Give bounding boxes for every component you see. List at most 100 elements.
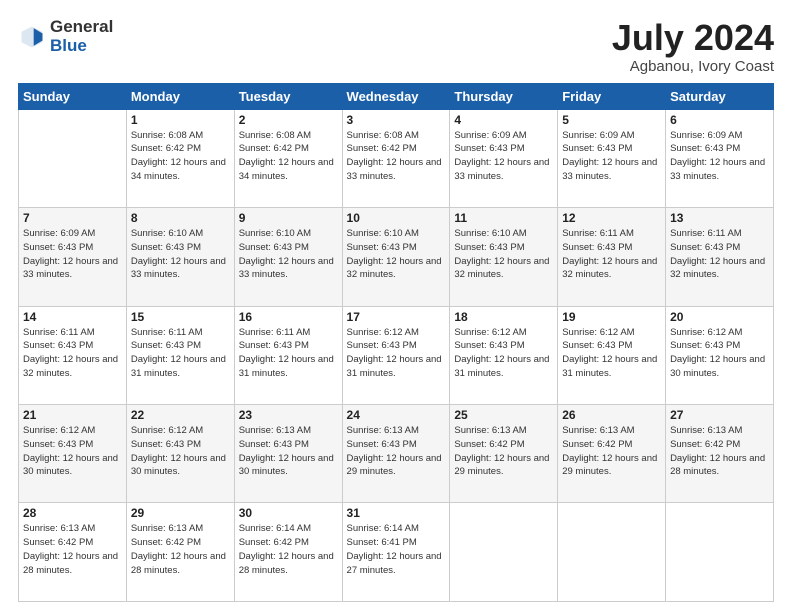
day-info: Sunrise: 6:12 AMSunset: 6:43 PMDaylight:… <box>454 326 553 381</box>
day-number: 9 <box>239 211 338 225</box>
day-number: 20 <box>670 310 769 324</box>
day-number: 23 <box>239 408 338 422</box>
calendar-week-row: 21 Sunrise: 6:12 AMSunset: 6:43 PMDaylig… <box>19 405 774 503</box>
day-number: 2 <box>239 113 338 127</box>
day-info: Sunrise: 6:11 AMSunset: 6:43 PMDaylight:… <box>239 326 338 381</box>
calendar-cell: 26 Sunrise: 6:13 AMSunset: 6:42 PMDaylig… <box>558 405 666 503</box>
day-info: Sunrise: 6:12 AMSunset: 6:43 PMDaylight:… <box>347 326 446 381</box>
calendar-cell: 25 Sunrise: 6:13 AMSunset: 6:42 PMDaylig… <box>450 405 558 503</box>
day-info: Sunrise: 6:09 AMSunset: 6:43 PMDaylight:… <box>562 129 661 184</box>
calendar-cell: 27 Sunrise: 6:13 AMSunset: 6:42 PMDaylig… <box>666 405 774 503</box>
day-number: 7 <box>23 211 122 225</box>
calendar-cell: 6 Sunrise: 6:09 AMSunset: 6:43 PMDayligh… <box>666 109 774 207</box>
calendar-week-row: 28 Sunrise: 6:13 AMSunset: 6:42 PMDaylig… <box>19 503 774 602</box>
day-number: 17 <box>347 310 446 324</box>
day-info: Sunrise: 6:10 AMSunset: 6:43 PMDaylight:… <box>347 227 446 282</box>
day-info: Sunrise: 6:10 AMSunset: 6:43 PMDaylight:… <box>239 227 338 282</box>
day-info: Sunrise: 6:12 AMSunset: 6:43 PMDaylight:… <box>23 424 122 479</box>
calendar-cell <box>666 503 774 602</box>
location: Agbanou, Ivory Coast <box>612 58 774 75</box>
calendar-cell: 10 Sunrise: 6:10 AMSunset: 6:43 PMDaylig… <box>342 208 450 306</box>
calendar-cell: 3 Sunrise: 6:08 AMSunset: 6:42 PMDayligh… <box>342 109 450 207</box>
calendar-cell <box>558 503 666 602</box>
day-number: 13 <box>670 211 769 225</box>
calendar-week-row: 1 Sunrise: 6:08 AMSunset: 6:42 PMDayligh… <box>19 109 774 207</box>
calendar-cell: 4 Sunrise: 6:09 AMSunset: 6:43 PMDayligh… <box>450 109 558 207</box>
day-info: Sunrise: 6:12 AMSunset: 6:43 PMDaylight:… <box>670 326 769 381</box>
logo: General Blue <box>18 18 113 55</box>
calendar-table: Sunday Monday Tuesday Wednesday Thursday… <box>18 83 774 602</box>
day-number: 6 <box>670 113 769 127</box>
day-number: 26 <box>562 408 661 422</box>
calendar-cell: 15 Sunrise: 6:11 AMSunset: 6:43 PMDaylig… <box>126 306 234 404</box>
day-number: 15 <box>131 310 230 324</box>
logo-general-text: General <box>50 18 113 37</box>
col-thursday: Thursday <box>450 83 558 109</box>
calendar-week-row: 7 Sunrise: 6:09 AMSunset: 6:43 PMDayligh… <box>19 208 774 306</box>
calendar-cell: 2 Sunrise: 6:08 AMSunset: 6:42 PMDayligh… <box>234 109 342 207</box>
header: General Blue July 2024 Agbanou, Ivory Co… <box>18 18 774 75</box>
calendar-cell: 31 Sunrise: 6:14 AMSunset: 6:41 PMDaylig… <box>342 503 450 602</box>
day-info: Sunrise: 6:10 AMSunset: 6:43 PMDaylight:… <box>131 227 230 282</box>
day-number: 14 <box>23 310 122 324</box>
day-info: Sunrise: 6:13 AMSunset: 6:42 PMDaylight:… <box>562 424 661 479</box>
day-info: Sunrise: 6:11 AMSunset: 6:43 PMDaylight:… <box>23 326 122 381</box>
day-number: 12 <box>562 211 661 225</box>
day-info: Sunrise: 6:14 AMSunset: 6:42 PMDaylight:… <box>239 522 338 577</box>
header-right: July 2024 Agbanou, Ivory Coast <box>612 18 774 75</box>
calendar-cell: 5 Sunrise: 6:09 AMSunset: 6:43 PMDayligh… <box>558 109 666 207</box>
calendar-cell: 21 Sunrise: 6:12 AMSunset: 6:43 PMDaylig… <box>19 405 127 503</box>
day-info: Sunrise: 6:13 AMSunset: 6:43 PMDaylight:… <box>239 424 338 479</box>
col-friday: Friday <box>558 83 666 109</box>
calendar-cell <box>19 109 127 207</box>
calendar-cell: 18 Sunrise: 6:12 AMSunset: 6:43 PMDaylig… <box>450 306 558 404</box>
day-number: 21 <box>23 408 122 422</box>
logo-icon <box>18 23 46 51</box>
calendar-cell: 1 Sunrise: 6:08 AMSunset: 6:42 PMDayligh… <box>126 109 234 207</box>
logo-text: General Blue <box>50 18 113 55</box>
day-number: 25 <box>454 408 553 422</box>
calendar-cell: 11 Sunrise: 6:10 AMSunset: 6:43 PMDaylig… <box>450 208 558 306</box>
day-number: 5 <box>562 113 661 127</box>
col-saturday: Saturday <box>666 83 774 109</box>
day-number: 27 <box>670 408 769 422</box>
calendar-cell: 19 Sunrise: 6:12 AMSunset: 6:43 PMDaylig… <box>558 306 666 404</box>
day-info: Sunrise: 6:14 AMSunset: 6:41 PMDaylight:… <box>347 522 446 577</box>
calendar-cell <box>450 503 558 602</box>
day-number: 29 <box>131 506 230 520</box>
col-tuesday: Tuesday <box>234 83 342 109</box>
calendar-cell: 9 Sunrise: 6:10 AMSunset: 6:43 PMDayligh… <box>234 208 342 306</box>
col-monday: Monday <box>126 83 234 109</box>
day-info: Sunrise: 6:11 AMSunset: 6:43 PMDaylight:… <box>670 227 769 282</box>
calendar-cell: 8 Sunrise: 6:10 AMSunset: 6:43 PMDayligh… <box>126 208 234 306</box>
logo-blue-text: Blue <box>50 37 113 56</box>
day-number: 3 <box>347 113 446 127</box>
day-number: 24 <box>347 408 446 422</box>
col-wednesday: Wednesday <box>342 83 450 109</box>
calendar-cell: 23 Sunrise: 6:13 AMSunset: 6:43 PMDaylig… <box>234 405 342 503</box>
calendar-cell: 24 Sunrise: 6:13 AMSunset: 6:43 PMDaylig… <box>342 405 450 503</box>
day-info: Sunrise: 6:13 AMSunset: 6:43 PMDaylight:… <box>347 424 446 479</box>
calendar-cell: 17 Sunrise: 6:12 AMSunset: 6:43 PMDaylig… <box>342 306 450 404</box>
day-number: 30 <box>239 506 338 520</box>
day-info: Sunrise: 6:09 AMSunset: 6:43 PMDaylight:… <box>670 129 769 184</box>
calendar-cell: 30 Sunrise: 6:14 AMSunset: 6:42 PMDaylig… <box>234 503 342 602</box>
calendar-cell: 16 Sunrise: 6:11 AMSunset: 6:43 PMDaylig… <box>234 306 342 404</box>
day-info: Sunrise: 6:12 AMSunset: 6:43 PMDaylight:… <box>131 424 230 479</box>
day-number: 4 <box>454 113 553 127</box>
col-sunday: Sunday <box>19 83 127 109</box>
calendar-cell: 22 Sunrise: 6:12 AMSunset: 6:43 PMDaylig… <box>126 405 234 503</box>
calendar-cell: 28 Sunrise: 6:13 AMSunset: 6:42 PMDaylig… <box>19 503 127 602</box>
day-info: Sunrise: 6:13 AMSunset: 6:42 PMDaylight:… <box>131 522 230 577</box>
calendar-cell: 14 Sunrise: 6:11 AMSunset: 6:43 PMDaylig… <box>19 306 127 404</box>
day-info: Sunrise: 6:08 AMSunset: 6:42 PMDaylight:… <box>131 129 230 184</box>
calendar-header-row: Sunday Monday Tuesday Wednesday Thursday… <box>19 83 774 109</box>
day-info: Sunrise: 6:08 AMSunset: 6:42 PMDaylight:… <box>347 129 446 184</box>
day-number: 10 <box>347 211 446 225</box>
day-number: 16 <box>239 310 338 324</box>
day-number: 8 <box>131 211 230 225</box>
day-number: 19 <box>562 310 661 324</box>
calendar-cell: 20 Sunrise: 6:12 AMSunset: 6:43 PMDaylig… <box>666 306 774 404</box>
day-info: Sunrise: 6:13 AMSunset: 6:42 PMDaylight:… <box>454 424 553 479</box>
day-number: 11 <box>454 211 553 225</box>
